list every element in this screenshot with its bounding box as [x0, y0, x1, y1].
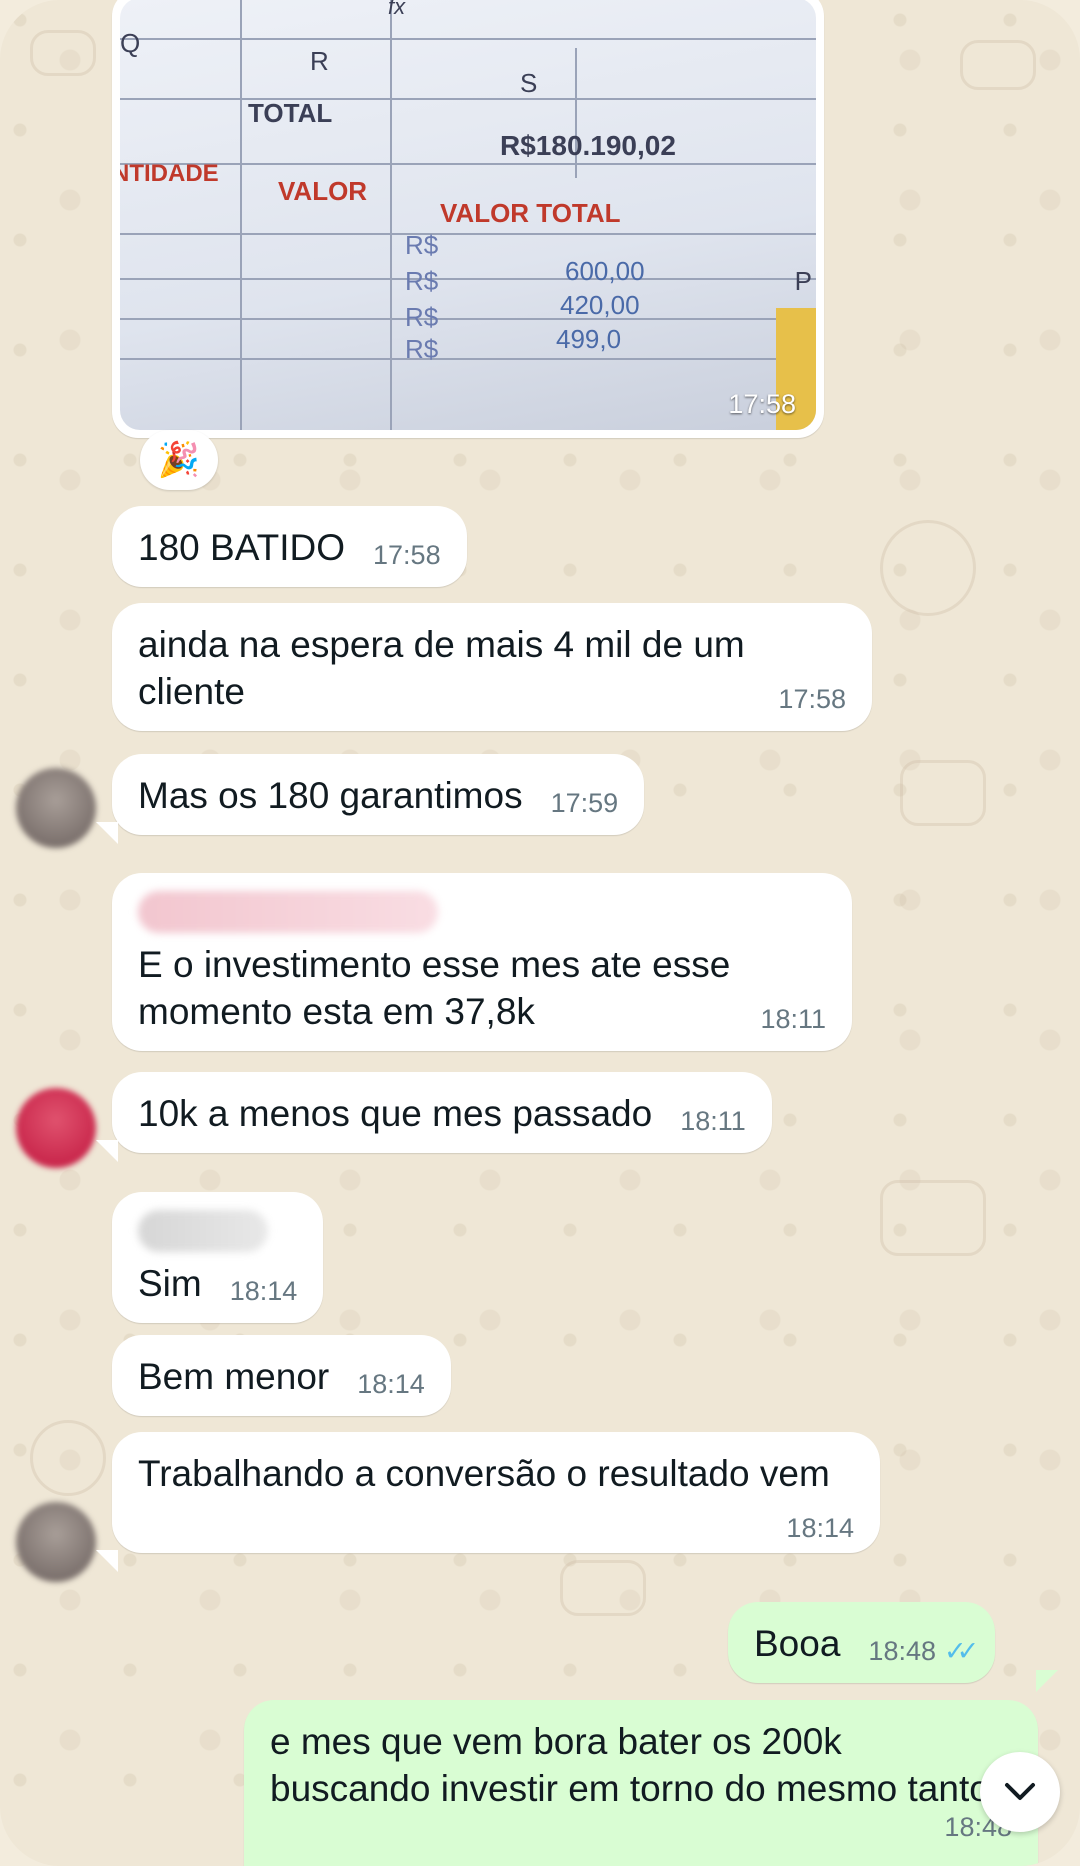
message-meta: 18:48 ✓✓: [868, 1636, 979, 1666]
wallpaper-doodle: [560, 1560, 646, 1616]
message-time: 18:14: [357, 1369, 425, 1399]
wallpaper-doodle: [30, 30, 96, 76]
currency-label: R$: [405, 266, 439, 296]
outgoing-message[interactable]: e mes que vem bora bater os 200k buscand…: [244, 1700, 1038, 1866]
header-valor: VALOR: [278, 176, 368, 206]
currency-label: R$: [405, 302, 439, 332]
fx-label: fx: [388, 0, 406, 19]
avatar[interactable]: [16, 1502, 96, 1582]
incoming-message[interactable]: E o investimento esse mes ate esse momen…: [112, 873, 852, 1051]
avatar[interactable]: [16, 768, 96, 848]
wallpaper-doodle: [960, 40, 1036, 90]
incoming-message[interactable]: Sim 18:14: [112, 1192, 324, 1323]
message-time: 18:11: [760, 1004, 826, 1034]
column-s: S: [520, 68, 538, 98]
message-time: 18:48: [944, 1812, 1012, 1842]
message-text: 10k a menos que mes passado: [138, 1093, 653, 1134]
message-time: 17:58: [373, 540, 441, 570]
message-time: 18:11: [680, 1106, 746, 1136]
row-value: 499,0: [556, 324, 622, 354]
wallpaper-doodle: [880, 520, 976, 616]
message-text: Bem menor: [138, 1356, 330, 1397]
chat-screen: fx Q R S TOTAL R$180.190,02 NTIDADE VALO…: [0, 0, 1080, 1866]
message-text: e mes que vem bora bater os 200k buscand…: [270, 1721, 990, 1809]
incoming-message[interactable]: 10k a menos que mes passado 18:11: [112, 1072, 772, 1153]
currency-label: R$: [405, 230, 439, 260]
read-ticks-icon: ✓✓: [944, 1636, 979, 1666]
row-value: 600,00: [565, 256, 645, 286]
avatar[interactable]: [16, 1088, 96, 1168]
wallpaper-doodle: [30, 1420, 106, 1496]
message-text: E o investimento esse mes ate esse momen…: [138, 944, 731, 1032]
side-letter: P: [794, 266, 812, 296]
image-message[interactable]: fx Q R S TOTAL R$180.190,02 NTIDADE VALO…: [112, 0, 824, 438]
wallpaper-doodle: [900, 760, 986, 826]
message-time: 17:58: [728, 389, 796, 419]
bubble-tail: [96, 1140, 118, 1162]
sender-name-redacted: [138, 891, 438, 933]
message-time: 17:58: [778, 684, 846, 714]
message-text: Sim: [138, 1263, 202, 1304]
message-time: 18:48: [868, 1636, 936, 1666]
header-quantidade: NTIDADE: [120, 160, 219, 187]
sender-name-redacted: [138, 1210, 268, 1252]
message-text: ainda na espera de mais 4 mil de um clie…: [138, 624, 745, 712]
chevron-down-icon: [1005, 1783, 1035, 1800]
total-label: TOTAL: [248, 98, 333, 128]
bubble-tail: [96, 822, 118, 844]
party-popper-reaction[interactable]: 🎉: [140, 430, 218, 490]
header-valor-total: VALOR TOTAL: [440, 198, 621, 228]
message-text: Trabalhando a conversão o resultado vem: [138, 1453, 830, 1494]
spreadsheet-photo: fx Q R S TOTAL R$180.190,02 NTIDADE VALO…: [120, 0, 816, 430]
message-text: Mas os 180 garantimos: [138, 775, 523, 816]
incoming-message[interactable]: Bem menor 18:14: [112, 1335, 451, 1416]
row-value: 420,00: [560, 290, 640, 320]
message-text: Booa: [754, 1623, 841, 1664]
scroll-to-bottom-button[interactable]: [980, 1752, 1060, 1832]
wallpaper-doodle: [880, 1180, 986, 1256]
incoming-message[interactable]: ainda na espera de mais 4 mil de um clie…: [112, 603, 872, 731]
message-time: 17:59: [550, 788, 619, 818]
message-time: 18:14: [786, 1513, 854, 1543]
total-value: R$180.190,02: [500, 130, 676, 161]
message-text: 180 BATIDO: [138, 527, 346, 568]
incoming-message[interactable]: Mas os 180 garantimos 17:59: [112, 754, 645, 835]
column-q: Q: [120, 28, 141, 58]
message-time: 18:14: [229, 1276, 298, 1306]
currency-label: R$: [405, 334, 439, 364]
incoming-message[interactable]: 180 BATIDO 17:58: [112, 506, 467, 587]
outgoing-message[interactable]: Booa 18:48 ✓✓: [728, 1602, 996, 1683]
bubble-tail: [1036, 1670, 1058, 1692]
bubble-tail: [96, 1550, 118, 1572]
column-r: R: [310, 46, 329, 76]
incoming-message[interactable]: Trabalhando a conversão o resultado vem …: [112, 1432, 880, 1553]
